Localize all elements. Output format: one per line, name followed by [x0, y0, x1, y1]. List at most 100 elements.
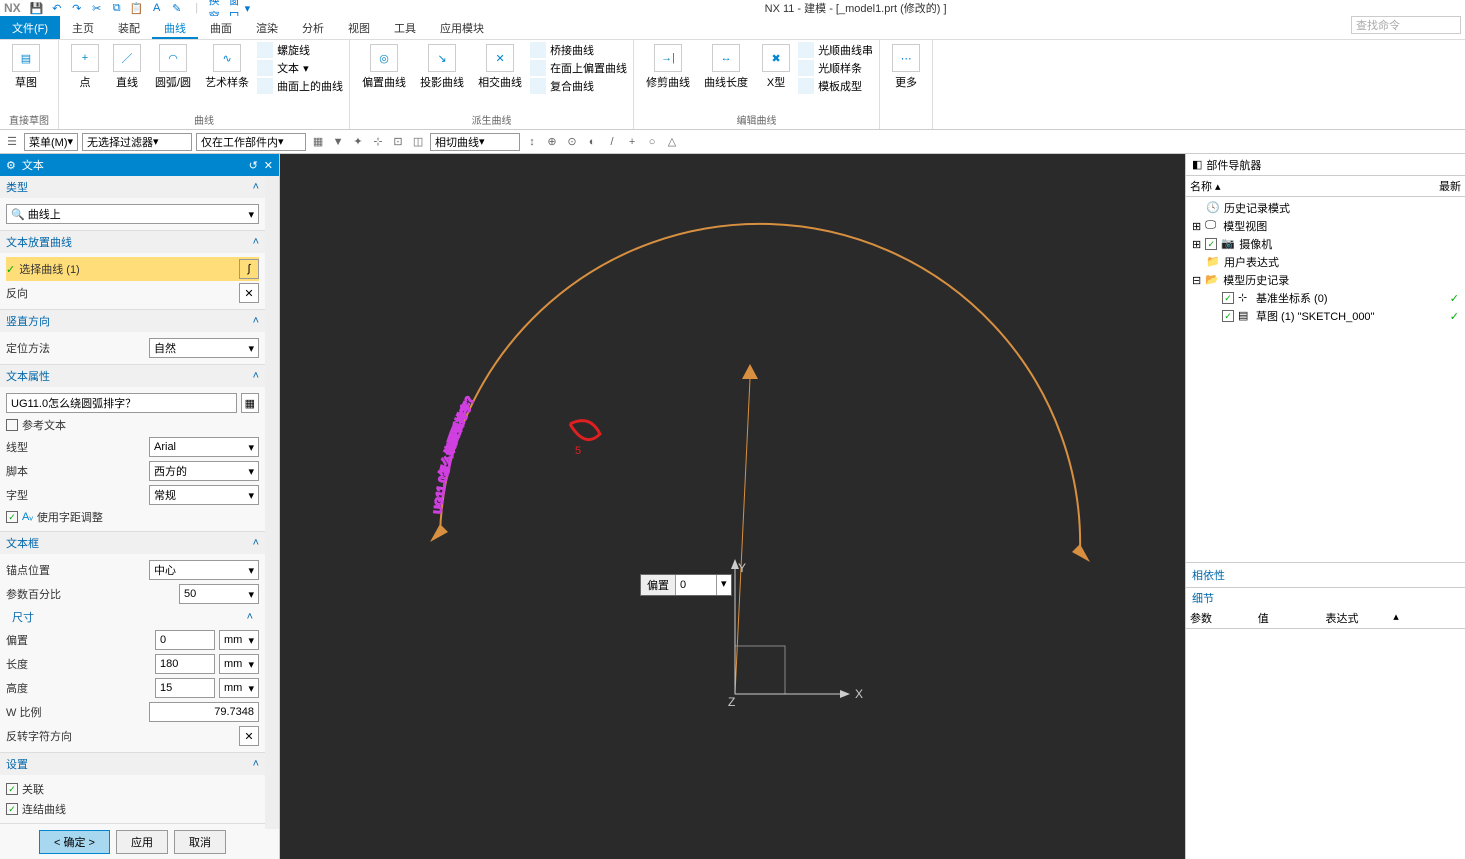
- placement-arc[interactable]: [440, 224, 1080, 554]
- tb-icon10[interactable]: ◐: [584, 134, 600, 150]
- menu-dropdown[interactable]: 菜单(M) ▾: [24, 133, 78, 151]
- length-button[interactable]: ↔曲线长度: [698, 42, 754, 94]
- tb-icon7[interactable]: ↕: [524, 134, 540, 150]
- more-button[interactable]: ⋯更多: [886, 42, 926, 92]
- tb-icon5[interactable]: ⊡: [390, 134, 406, 150]
- script-dropdown[interactable]: 西方的▾: [149, 461, 259, 481]
- switch-window-button[interactable]: 切换窗口: [209, 1, 225, 15]
- xform-button[interactable]: ✖X型: [756, 42, 796, 94]
- cancel-button[interactable]: 取消: [174, 830, 226, 854]
- tb-icon8[interactable]: ⊕: [544, 134, 560, 150]
- tree-camera[interactable]: ⊞✓📷摄像机: [1188, 235, 1463, 253]
- height-unit[interactable]: mm▾: [219, 678, 259, 698]
- offsetface-button[interactable]: 在面上偏置曲线: [530, 60, 627, 76]
- tree-datum[interactable]: ✓⊹基准坐标系 (0)✓: [1188, 289, 1463, 307]
- gear-icon[interactable]: ⚙: [6, 159, 16, 172]
- curved-text[interactable]: UG11.0怎么绕圆弧排字？: [432, 390, 479, 514]
- intersect-button[interactable]: ✕相交曲线: [472, 42, 528, 94]
- bridge-button[interactable]: 桥接曲线: [530, 42, 627, 58]
- tab-curve[interactable]: 曲线: [152, 16, 198, 39]
- length-input[interactable]: [155, 654, 215, 674]
- tb-icon1[interactable]: ▦: [310, 134, 326, 150]
- tb-icon14[interactable]: △: [664, 134, 680, 150]
- reftext-checkbox[interactable]: [6, 419, 18, 431]
- tab-render[interactable]: 渲染: [244, 16, 290, 39]
- scope-dropdown[interactable]: 仅在工作部件内 ▾: [196, 133, 306, 151]
- filter-dropdown[interactable]: 无选择过滤器 ▾: [82, 133, 192, 151]
- nav-tree[interactable]: 🕓历史记录模式 ⊞🖵模型视图 ⊞✓📷摄像机 📁用户表达式 ⊟📂模型历史记录 ✓⊹…: [1186, 197, 1465, 562]
- join-checkbox[interactable]: ✓: [6, 803, 18, 815]
- tab-tools[interactable]: 工具: [382, 16, 428, 39]
- percent-input[interactable]: 50▾: [179, 584, 259, 604]
- smoothspline-button[interactable]: 光顺样条: [798, 60, 873, 76]
- anchor-handle[interactable]: [742, 364, 758, 379]
- text-button[interactable]: 文本 ▾: [257, 60, 343, 76]
- project-button[interactable]: ↘投影曲线: [414, 42, 470, 94]
- curveonface-button[interactable]: 曲面上的曲线: [257, 78, 343, 94]
- tree-sketch[interactable]: ✓▤草图 (1) "SKETCH_000"✓: [1188, 307, 1463, 325]
- tab-assembly[interactable]: 装配: [106, 16, 152, 39]
- dep-header[interactable]: 相依性: [1186, 563, 1465, 587]
- tree-history-mode[interactable]: 🕓历史记录模式: [1188, 199, 1463, 217]
- nav-toggle-icon[interactable]: ◧: [1192, 158, 1202, 171]
- tb-icon12[interactable]: +: [624, 134, 640, 150]
- tb-icon13[interactable]: ○: [644, 134, 660, 150]
- helix-button[interactable]: 螺旋线: [257, 42, 343, 58]
- tree-modelview[interactable]: ⊞🖵模型视图: [1188, 217, 1463, 235]
- composite-button[interactable]: 复合曲线: [530, 78, 627, 94]
- select-curve-row[interactable]: ✓选择曲线 (1)∫: [6, 257, 259, 281]
- offset-dropdown-icon[interactable]: ▾: [716, 575, 731, 595]
- offset-value-field[interactable]: [676, 575, 716, 595]
- window-button[interactable]: 窗口 ▾: [229, 1, 251, 15]
- file-menu[interactable]: 文件(F): [0, 16, 60, 39]
- kerning-checkbox[interactable]: ✓: [6, 511, 18, 523]
- details-header[interactable]: 细节: [1186, 587, 1465, 608]
- ok-button[interactable]: < 确定 >: [39, 830, 110, 854]
- apply-button[interactable]: 应用: [116, 830, 168, 854]
- text-format-icon[interactable]: A: [149, 1, 165, 15]
- height-input[interactable]: [155, 678, 215, 698]
- tab-analysis[interactable]: 分析: [290, 16, 336, 39]
- reverse-button[interactable]: ✕: [239, 283, 259, 303]
- tb-icon6[interactable]: ◫: [410, 134, 426, 150]
- type-dropdown[interactable]: 🔍 曲线上▾: [6, 204, 259, 224]
- close-icon[interactable]: ✕: [264, 159, 273, 172]
- trim-button[interactable]: →|修剪曲线: [640, 42, 696, 94]
- sketch-button[interactable]: ▤草图: [6, 42, 46, 92]
- text-edit-icon[interactable]: ▦: [241, 393, 259, 413]
- paste-icon[interactable]: 📋: [129, 1, 145, 15]
- length-unit[interactable]: mm▾: [219, 654, 259, 674]
- font-dropdown[interactable]: Arial▾: [149, 437, 259, 457]
- arc-button[interactable]: ◠圆弧/圆: [149, 42, 197, 94]
- copy-icon[interactable]: ⧉: [109, 1, 125, 15]
- menu-icon[interactable]: ☰: [4, 134, 20, 150]
- undo-icon[interactable]: ↶: [49, 1, 65, 15]
- tb-icon11[interactable]: /: [604, 134, 620, 150]
- orient-dropdown[interactable]: 自然▾: [149, 338, 259, 358]
- wratio-input[interactable]: [149, 702, 259, 722]
- reset-icon[interactable]: ↺: [249, 159, 258, 172]
- col-name[interactable]: 名称 ▴: [1190, 178, 1439, 194]
- curve-picker-icon[interactable]: ∫: [239, 259, 259, 279]
- redo-icon[interactable]: ↷: [69, 1, 85, 15]
- spline-button[interactable]: ∿艺术样条: [199, 42, 255, 94]
- tab-surface[interactable]: 曲面: [198, 16, 244, 39]
- tab-view[interactable]: 视图: [336, 16, 382, 39]
- tab-home[interactable]: 主页: [60, 16, 106, 39]
- line-button[interactable]: ／直线: [107, 42, 147, 94]
- template-button[interactable]: 模板成型: [798, 78, 873, 94]
- brush-icon[interactable]: ✎: [169, 1, 185, 15]
- revchar-button[interactable]: ✕: [239, 726, 259, 746]
- tb-icon4[interactable]: ⊹: [370, 134, 386, 150]
- point-button[interactable]: +点: [65, 42, 105, 94]
- text-input[interactable]: [6, 393, 237, 413]
- tree-modelhistory[interactable]: ⊟📂模型历史记录: [1188, 271, 1463, 289]
- snap-dropdown[interactable]: 相切曲线 ▾: [430, 133, 520, 151]
- command-search[interactable]: 查找命令: [1351, 16, 1461, 34]
- offset-unit[interactable]: mm▾: [219, 630, 259, 650]
- style-dropdown[interactable]: 常规▾: [149, 485, 259, 505]
- tab-application[interactable]: 应用模块: [428, 16, 496, 39]
- save-icon[interactable]: 💾: [29, 1, 45, 15]
- tb-icon2[interactable]: ▼: [330, 134, 346, 150]
- floating-offset-input[interactable]: 偏置 ▾: [640, 574, 732, 596]
